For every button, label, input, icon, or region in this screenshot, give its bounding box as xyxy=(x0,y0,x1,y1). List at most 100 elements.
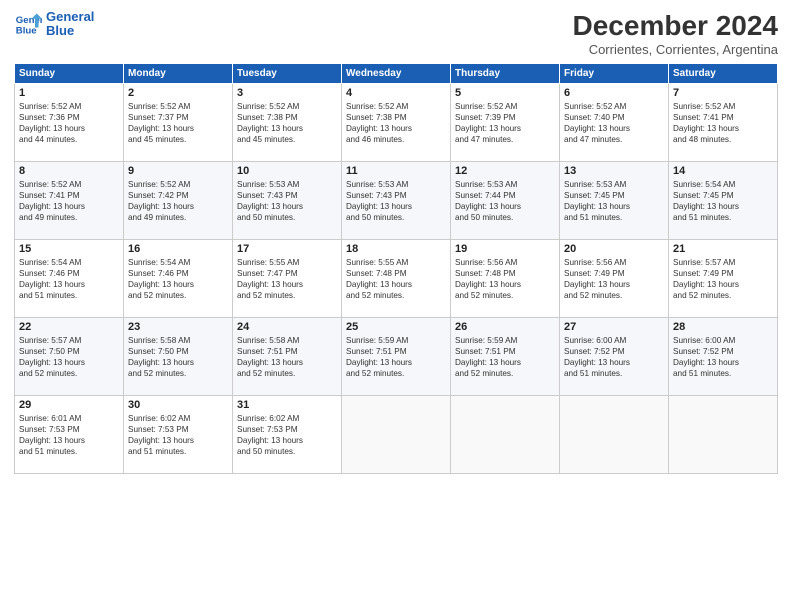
day-number: 10 xyxy=(237,165,337,177)
page: General Blue General Blue December 2024 … xyxy=(0,0,792,612)
day-number: 17 xyxy=(237,243,337,255)
day-info: Sunrise: 5:52 AM Sunset: 7:42 PM Dayligh… xyxy=(128,179,228,223)
day-number: 12 xyxy=(455,165,555,177)
day-info: Sunrise: 5:57 AM Sunset: 7:50 PM Dayligh… xyxy=(19,335,119,379)
location-subtitle: Corrientes, Corrientes, Argentina xyxy=(573,42,778,57)
calendar-week-row: 1 Sunrise: 5:52 AM Sunset: 7:36 PM Daylig… xyxy=(15,84,778,162)
weekday-header-row: Sunday Monday Tuesday Wednesday Thursday… xyxy=(15,64,778,84)
logo-text: General Blue xyxy=(46,10,94,39)
day-info: Sunrise: 5:55 AM Sunset: 7:47 PM Dayligh… xyxy=(237,257,337,301)
day-info: Sunrise: 5:52 AM Sunset: 7:37 PM Dayligh… xyxy=(128,101,228,145)
day-number: 8 xyxy=(19,165,119,177)
day-info: Sunrise: 5:52 AM Sunset: 7:36 PM Dayligh… xyxy=(19,101,119,145)
day-number: 19 xyxy=(455,243,555,255)
day-info: Sunrise: 5:54 AM Sunset: 7:46 PM Dayligh… xyxy=(128,257,228,301)
calendar-week-row: 29 Sunrise: 6:01 AM Sunset: 7:53 PM Dayli… xyxy=(15,396,778,474)
table-row: 4 Sunrise: 5:52 AM Sunset: 7:38 PM Daylig… xyxy=(342,84,451,162)
table-row: 3Sunrise: 5:52 AM Sunset: 7:38 PM Daylig… xyxy=(233,84,342,162)
table-row: 20Sunrise: 5:56 AM Sunset: 7:49 PM Dayli… xyxy=(560,240,669,318)
calendar-week-row: 22 Sunrise: 5:57 AM Sunset: 7:50 PM Dayli… xyxy=(15,318,778,396)
day-info: Sunrise: 6:00 AM Sunset: 7:52 PM Dayligh… xyxy=(673,335,773,379)
day-info: Sunrise: 5:59 AM Sunset: 7:51 PM Dayligh… xyxy=(455,335,555,379)
table-row: 5 Sunrise: 5:52 AM Sunset: 7:39 PM Daylig… xyxy=(451,84,560,162)
table-row: 17 Sunrise: 5:55 AM Sunset: 7:47 PM Dayli… xyxy=(233,240,342,318)
day-info: Sunrise: 5:52 AM Sunset: 7:38 PM Dayligh… xyxy=(346,101,446,145)
day-info: Sunrise: 5:52 AM Sunset: 7:39 PM Dayligh… xyxy=(455,101,555,145)
day-number: 22 xyxy=(19,321,119,333)
logo-icon: General Blue xyxy=(14,10,42,38)
day-number: 13 xyxy=(564,165,664,177)
day-number: 18 xyxy=(346,243,446,255)
header-sunday: Sunday xyxy=(15,64,124,84)
day-number: 30 xyxy=(128,399,228,411)
table-row: 8Sunrise: 5:52 AM Sunset: 7:41 PM Daylig… xyxy=(15,162,124,240)
day-info: Sunrise: 6:01 AM Sunset: 7:53 PM Dayligh… xyxy=(19,413,119,457)
logo: General Blue General Blue xyxy=(14,10,94,39)
day-number: 11 xyxy=(346,165,446,177)
day-number: 2 xyxy=(128,87,228,99)
table-row: 9 Sunrise: 5:52 AM Sunset: 7:42 PM Daylig… xyxy=(124,162,233,240)
day-info: Sunrise: 5:58 AM Sunset: 7:50 PM Dayligh… xyxy=(128,335,228,379)
day-info: Sunrise: 5:57 AM Sunset: 7:49 PM Dayligh… xyxy=(673,257,773,301)
table-row: 22 Sunrise: 5:57 AM Sunset: 7:50 PM Dayli… xyxy=(15,318,124,396)
calendar-body: 1 Sunrise: 5:52 AM Sunset: 7:36 PM Daylig… xyxy=(15,84,778,474)
table-row: 15Sunrise: 5:54 AM Sunset: 7:46 PM Dayli… xyxy=(15,240,124,318)
table-row: 1 Sunrise: 5:52 AM Sunset: 7:36 PM Daylig… xyxy=(15,84,124,162)
day-number: 14 xyxy=(673,165,773,177)
day-info: Sunrise: 5:52 AM Sunset: 7:40 PM Dayligh… xyxy=(564,101,664,145)
table-row xyxy=(342,396,451,474)
header-tuesday: Tuesday xyxy=(233,64,342,84)
day-info: Sunrise: 6:02 AM Sunset: 7:53 PM Dayligh… xyxy=(128,413,228,457)
table-row: 23Sunrise: 5:58 AM Sunset: 7:50 PM Dayli… xyxy=(124,318,233,396)
day-number: 7 xyxy=(673,87,773,99)
day-info: Sunrise: 5:55 AM Sunset: 7:48 PM Dayligh… xyxy=(346,257,446,301)
table-row: 7Sunrise: 5:52 AM Sunset: 7:41 PM Daylig… xyxy=(669,84,778,162)
day-number: 3 xyxy=(237,87,337,99)
table-row: 2 Sunrise: 5:52 AM Sunset: 7:37 PM Daylig… xyxy=(124,84,233,162)
header-monday: Monday xyxy=(124,64,233,84)
day-number: 15 xyxy=(19,243,119,255)
header-thursday: Thursday xyxy=(451,64,560,84)
day-number: 20 xyxy=(564,243,664,255)
day-info: Sunrise: 6:02 AM Sunset: 7:53 PM Dayligh… xyxy=(237,413,337,457)
day-info: Sunrise: 5:56 AM Sunset: 7:48 PM Dayligh… xyxy=(455,257,555,301)
day-number: 4 xyxy=(346,87,446,99)
header: General Blue General Blue December 2024 … xyxy=(14,10,778,57)
day-number: 29 xyxy=(19,399,119,411)
table-row: 19 Sunrise: 5:56 AM Sunset: 7:48 PM Dayli… xyxy=(451,240,560,318)
day-number: 16 xyxy=(128,243,228,255)
table-row: 29 Sunrise: 6:01 AM Sunset: 7:53 PM Dayli… xyxy=(15,396,124,474)
day-info: Sunrise: 5:53 AM Sunset: 7:44 PM Dayligh… xyxy=(455,179,555,223)
table-row: 16 Sunrise: 5:54 AM Sunset: 7:46 PM Dayli… xyxy=(124,240,233,318)
table-row: 21 Sunrise: 5:57 AM Sunset: 7:49 PM Dayli… xyxy=(669,240,778,318)
day-number: 26 xyxy=(455,321,555,333)
svg-text:Blue: Blue xyxy=(16,26,37,37)
day-number: 5 xyxy=(455,87,555,99)
day-number: 21 xyxy=(673,243,773,255)
calendar-header: Sunday Monday Tuesday Wednesday Thursday… xyxy=(15,64,778,84)
day-number: 1 xyxy=(19,87,119,99)
title-block: December 2024 Corrientes, Corrientes, Ar… xyxy=(573,10,778,57)
header-wednesday: Wednesday xyxy=(342,64,451,84)
calendar-week-row: 15 Sunrise: 5:54 AM Sunset: 7:46 PM Dayli… xyxy=(15,240,778,318)
calendar-table: Sunday Monday Tuesday Wednesday Thursday… xyxy=(14,63,778,474)
table-row xyxy=(451,396,560,474)
table-row: 24 Sunrise: 5:58 AM Sunset: 7:51 PM Dayli… xyxy=(233,318,342,396)
day-number: 9 xyxy=(128,165,228,177)
calendar-week-row: 8Sunrise: 5:52 AM Sunset: 7:41 PM Daylig… xyxy=(15,162,778,240)
table-row: 13Sunrise: 5:53 AM Sunset: 7:45 PM Dayli… xyxy=(560,162,669,240)
day-number: 28 xyxy=(673,321,773,333)
day-info: Sunrise: 6:00 AM Sunset: 7:52 PM Dayligh… xyxy=(564,335,664,379)
day-info: Sunrise: 5:59 AM Sunset: 7:51 PM Dayligh… xyxy=(346,335,446,379)
table-row: 26 Sunrise: 5:59 AM Sunset: 7:51 PM Dayli… xyxy=(451,318,560,396)
logo-line2: Blue xyxy=(46,23,74,38)
day-number: 31 xyxy=(237,399,337,411)
day-number: 24 xyxy=(237,321,337,333)
day-info: Sunrise: 5:58 AM Sunset: 7:51 PM Dayligh… xyxy=(237,335,337,379)
day-number: 6 xyxy=(564,87,664,99)
table-row: 25 Sunrise: 5:59 AM Sunset: 7:51 PM Dayli… xyxy=(342,318,451,396)
day-number: 27 xyxy=(564,321,664,333)
table-row: 18 Sunrise: 5:55 AM Sunset: 7:48 PM Dayli… xyxy=(342,240,451,318)
day-info: Sunrise: 5:53 AM Sunset: 7:43 PM Dayligh… xyxy=(237,179,337,223)
day-number: 25 xyxy=(346,321,446,333)
